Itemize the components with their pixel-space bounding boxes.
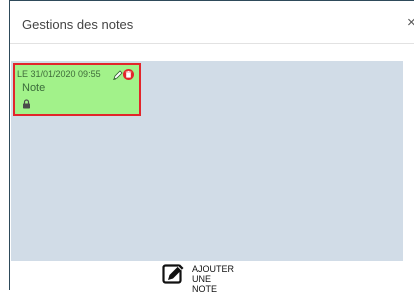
- dialog-header: Gestions des notes ×: [10, 1, 414, 44]
- edit-icon[interactable]: [113, 70, 123, 80]
- close-button[interactable]: ×: [407, 15, 414, 30]
- add-note-label: AJOUTER UNE NOTE: [192, 264, 235, 294]
- note-card[interactable]: LE 31/01/2020 09:55 Note: [13, 63, 141, 116]
- lock-icon: [23, 99, 30, 109]
- add-note-label-line2: UNE NOTE: [192, 274, 218, 294]
- pencil-square-icon: [162, 264, 184, 284]
- dialog-title: Gestions des notes: [22, 17, 134, 32]
- add-note-label-line1: AJOUTER: [192, 264, 235, 274]
- note-title: Note: [22, 82, 46, 94]
- delete-icon[interactable]: [123, 69, 134, 80]
- note-date: LE 31/01/2020 09:55: [17, 69, 101, 79]
